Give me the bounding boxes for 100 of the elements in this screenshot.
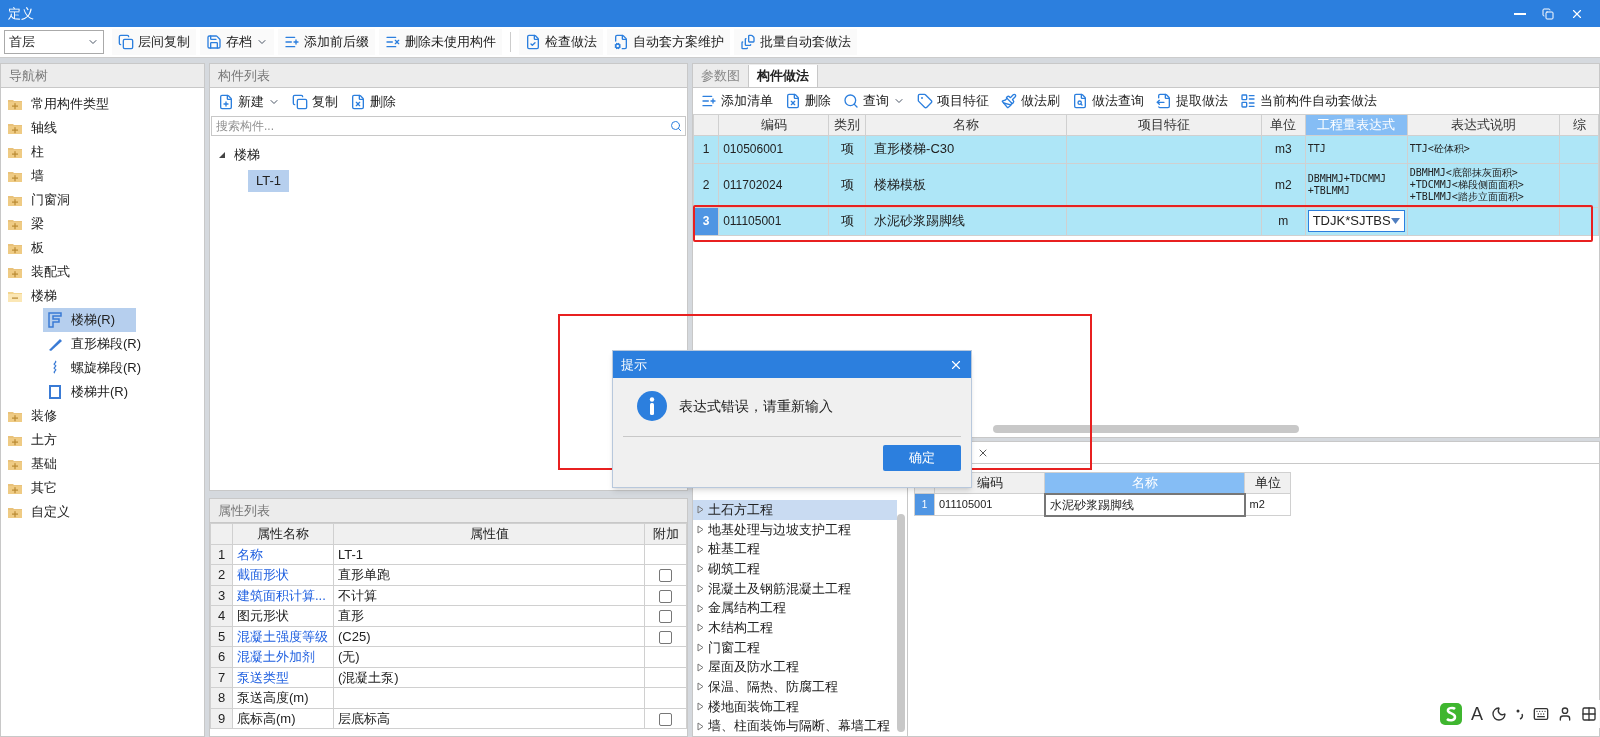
panel-header: 构件列表 xyxy=(210,64,687,88)
row-number[interactable]: 2 xyxy=(693,163,719,207)
row-number: 3 xyxy=(210,585,233,606)
column-header[interactable]: 名称 xyxy=(865,114,1067,135)
tree-item[interactable]: 楼梯 xyxy=(1,284,204,308)
property-value[interactable]: 直形单跑 xyxy=(333,564,645,585)
toolbar-button[interactable]: 自动套方案维护 xyxy=(607,29,730,55)
property-value[interactable]: (无) xyxy=(333,646,645,667)
tree-item[interactable]: 梁 xyxy=(1,212,204,236)
tree-item[interactable]: 常用构件类型 xyxy=(1,92,204,116)
tree-item[interactable]: 其它 xyxy=(1,476,204,500)
row-number: 6 xyxy=(210,646,233,667)
table-cell[interactable]: 水泥砂浆踢脚线 xyxy=(1044,493,1245,516)
tree-item[interactable]: 土方 xyxy=(1,428,204,452)
toolbar-button[interactable]: 添加前后缀 xyxy=(278,29,375,55)
tree-item[interactable]: 屋面及防水工程 xyxy=(693,657,897,678)
tree-item[interactable]: 墙 xyxy=(1,164,204,188)
tree-item[interactable]: 地基处理与边坡支护工程 xyxy=(693,519,897,540)
row-number[interactable]: 1 xyxy=(693,135,719,163)
panel-header: 属性列表 xyxy=(210,499,687,523)
tree-item[interactable]: 门窗洞 xyxy=(1,188,204,212)
toolbar-button[interactable]: 当前构件自动套做法 xyxy=(1236,90,1381,112)
tree-item[interactable]: 木结构工程 xyxy=(693,618,897,638)
table-cell: 楼梯模板 xyxy=(865,163,1067,207)
toolbar-button[interactable]: 新建 xyxy=(214,90,284,114)
expression-dropdown[interactable]: TDJK*SJTBS xyxy=(1307,210,1405,232)
tree-item[interactable]: LT-1 xyxy=(248,170,290,192)
table-cell: 项 xyxy=(828,207,866,235)
column-header[interactable]: 项目特征 xyxy=(1067,114,1262,135)
row-number: 4 xyxy=(210,605,233,626)
toolbar-button[interactable]: 删除未使用构件 xyxy=(379,29,502,55)
tree-item[interactable]: 装修 xyxy=(1,404,204,428)
tree-item[interactable]: 板 xyxy=(1,236,204,260)
column-header: 属性值 xyxy=(333,523,645,544)
table-cell: m3 xyxy=(1261,135,1306,163)
property-value[interactable]: LT-1 xyxy=(333,544,645,565)
toolbar-button[interactable]: 删除 xyxy=(346,90,400,114)
property-value[interactable]: 直形 xyxy=(333,605,645,626)
tree-item[interactable]: 基础 xyxy=(1,452,204,476)
tree-item[interactable]: 墙、柱面装饰与隔断、幕墙工程 xyxy=(693,716,897,737)
tree-item[interactable]: 柱 xyxy=(1,140,204,164)
toolbar-button[interactable]: 查询 xyxy=(839,90,909,112)
tree-item[interactable]: 楼梯井(R) xyxy=(43,380,137,404)
search-field[interactable]: 搜索构件... xyxy=(211,116,686,136)
tree-item[interactable]: 混凝土及钢筋混凝土工程 xyxy=(693,578,897,599)
confirm-button[interactable]: 确定 xyxy=(883,445,961,471)
column-header[interactable]: 综 xyxy=(1559,114,1599,135)
property-name: 建筑面积计算... xyxy=(232,585,334,606)
window-title: 定义 xyxy=(8,4,34,23)
column-header[interactable]: 编码 xyxy=(718,114,829,135)
toolbar-button[interactable]: 项目特征 xyxy=(913,90,993,112)
toolbar-button[interactable]: 删除 xyxy=(781,90,835,112)
toolbar-button[interactable]: 批量自动套做法 xyxy=(734,29,857,55)
toolbar-button[interactable]: 存档 xyxy=(200,29,274,55)
input-mode-label[interactable]: A xyxy=(1471,700,1483,728)
tree-item[interactable]: 门窗工程 xyxy=(693,637,897,658)
row-number: 5 xyxy=(210,626,233,647)
property-name: 泵送类型 xyxy=(232,667,334,688)
toolbar-button[interactable]: 层间复制 xyxy=(112,29,196,55)
toolbar-button[interactable]: 复制 xyxy=(288,90,342,114)
column-header[interactable]: 类别 xyxy=(828,114,866,135)
table-cell-text: TTJ xyxy=(1307,143,1327,155)
tree-item[interactable]: 楼地面装饰工程 xyxy=(693,696,897,717)
tree-item[interactable]: 轴线 xyxy=(1,116,204,140)
property-value[interactable]: 不计算 xyxy=(333,585,645,606)
toolbar-button[interactable]: 检查做法 xyxy=(519,29,603,55)
tree-item[interactable]: 金属结构工程 xyxy=(693,598,897,619)
row-number: 7 xyxy=(210,667,233,688)
tree-item[interactable]: 直形梯段(R) xyxy=(43,332,150,356)
tab[interactable]: 构件做法 xyxy=(749,65,818,87)
property-value[interactable]: (C25) xyxy=(333,626,645,647)
property-value[interactable]: 层底标高 xyxy=(333,708,645,729)
dialog-message: 表达式错误，请重新输入 xyxy=(679,396,833,416)
column-header[interactable]: 单位 xyxy=(1261,114,1306,135)
tree-item[interactable]: 螺旋梯段(R) xyxy=(43,356,150,380)
tree-item[interactable]: 装配式 xyxy=(1,260,204,284)
tree-item[interactable]: 自定义 xyxy=(1,500,204,524)
property-value[interactable]: (混凝土泵) xyxy=(333,667,645,688)
tree-item[interactable]: 桩基工程 xyxy=(693,539,897,559)
toolbar-button[interactable]: 提取做法 xyxy=(1152,90,1232,112)
toolbar-button[interactable]: 添加清单 xyxy=(697,90,777,112)
toolbar-button[interactable]: 做法刷 xyxy=(997,90,1064,112)
property-name: 底标高(m) xyxy=(232,708,334,729)
tree-item[interactable]: 楼梯(R) xyxy=(43,308,136,332)
panel-header: 导航树 xyxy=(1,64,204,88)
column-header[interactable]: 表达式说明 xyxy=(1407,114,1560,135)
property-name: 混凝土外加剂 xyxy=(232,646,334,667)
tree-item[interactable]: 土石方工程 xyxy=(693,500,897,520)
column-header[interactable]: 单位 xyxy=(1244,472,1291,494)
table-cell: 011105001 xyxy=(718,207,829,235)
property-name: 名称 xyxy=(232,544,334,565)
table-cell-text: DBMHMJ+TDCMMJ +TBLMMJ xyxy=(1307,173,1387,197)
table-cell: m2 xyxy=(1244,493,1291,516)
tree-item[interactable]: 保温、隔热、防腐工程 xyxy=(693,677,897,697)
toolbar-button[interactable]: 做法查询 xyxy=(1068,90,1148,112)
tree-item[interactable]: 砌筑工程 xyxy=(693,559,897,579)
floor-select[interactable]: 首层 xyxy=(4,30,104,54)
table-cell: 010506001 xyxy=(718,135,829,163)
column-header: 属性名称 xyxy=(232,523,334,544)
tree-item[interactable]: 楼梯 xyxy=(234,145,260,165)
